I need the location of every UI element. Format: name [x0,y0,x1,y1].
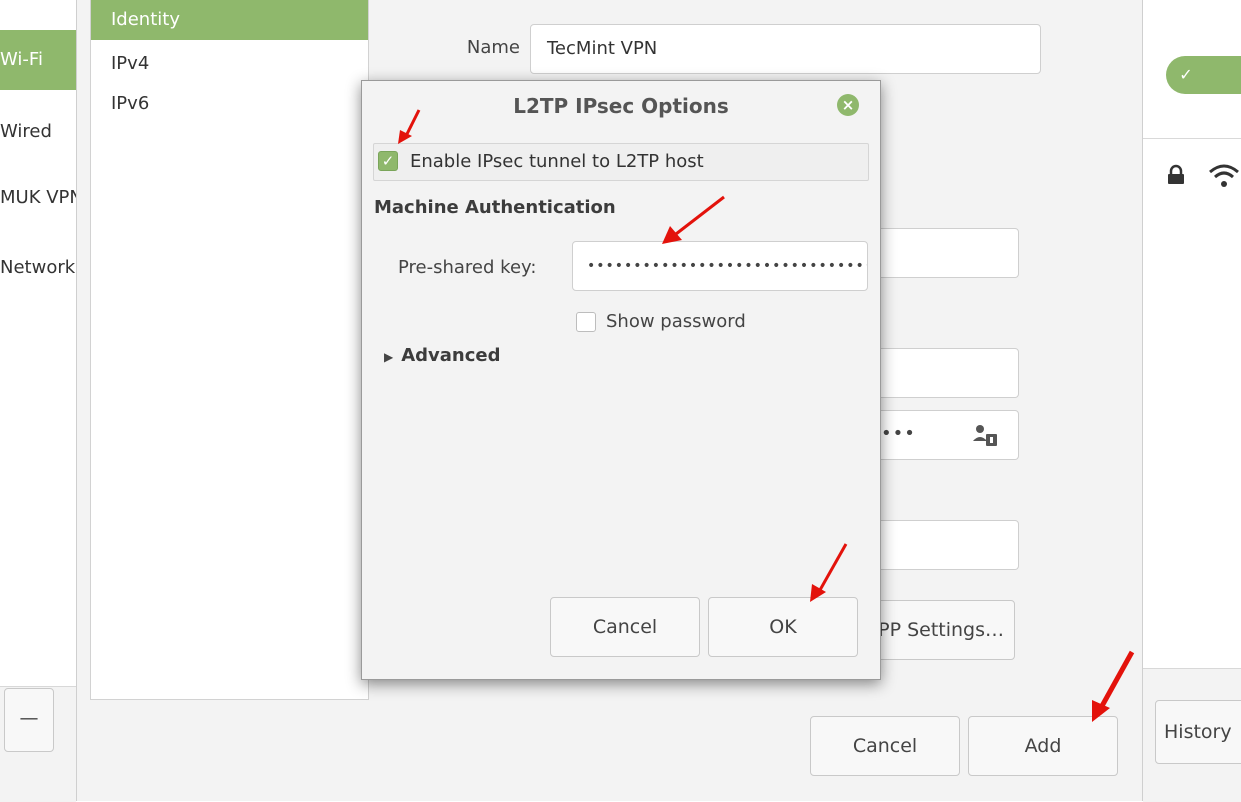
enable-ipsec-row[interactable]: ✓ Enable IPsec tunnel to L2TP host [373,143,869,181]
red-arrow-annotation [398,109,421,144]
cancel-button[interactable]: Cancel [810,716,960,776]
close-icon[interactable]: × [837,94,859,116]
red-arrow-annotation [662,195,725,244]
show-password-checkbox[interactable] [576,312,596,332]
user-key-icon[interactable] [971,421,999,453]
network-item-label: Network [0,257,76,278]
history-button[interactable]: History [1155,700,1241,764]
show-password-label: Show password [606,311,746,332]
ppp-settings-button[interactable]: PPP Settings… [860,600,1015,660]
connection-toggle[interactable]: ✓ [1166,56,1241,94]
red-arrow-annotation [1092,650,1135,722]
gateway-field[interactable] [860,228,1019,278]
password-field[interactable]: ••• [860,410,1019,460]
network-item-label: Wi-Fi [0,49,43,70]
editor-sidebar: Identity IPv4 IPv6 [90,0,369,700]
enable-ipsec-checkbox[interactable]: ✓ [378,151,398,171]
advanced-expander[interactable]: ▶ Advanced [384,345,501,366]
psk-input[interactable]: •••••••••••••••••••••••••••••••• [572,241,868,291]
enable-ipsec-label: Enable IPsec tunnel to L2TP host [410,151,704,172]
psk-label: Pre-shared key: [398,257,537,278]
network-item-network[interactable]: Network [0,238,76,298]
red-arrow-annotation [810,543,848,602]
sidebar-item-identity[interactable]: Identity [91,0,368,40]
network-item-label: Wired [0,121,52,142]
name-input[interactable]: TecMint VPN [530,24,1041,74]
check-icon: ✓ [1174,63,1198,87]
network-item-wifi[interactable]: Wi-Fi [0,30,76,90]
modal-cancel-button[interactable]: Cancel [550,597,700,657]
username-field[interactable] [860,348,1019,398]
remove-connection-button[interactable]: — [4,688,54,752]
network-sidebar: Wi-Fi Wired MUK VPN Network [0,0,76,801]
network-item-label: MUK VPN [0,187,76,208]
ipsec-options-modal: L2TP IPsec Options × ✓ Enable IPsec tunn… [361,80,881,680]
sidebar-item-label: Identity [111,9,180,30]
ntdomain-field[interactable] [860,520,1019,570]
lock-icon [1165,164,1187,190]
name-label: Name [466,37,520,58]
network-item-vpn[interactable]: MUK VPN [0,168,76,228]
psk-value: •••••••••••••••••••••••••••••••• [587,258,868,274]
modal-ok-button[interactable]: OK [708,597,858,657]
password-dots: ••• [881,423,916,444]
triangle-right-icon: ▶ [384,350,394,364]
wifi-icon [1208,164,1241,192]
show-password-row[interactable]: Show password [576,309,776,335]
ppp-settings-label: PPP Settings… [866,619,1004,641]
network-item-wired[interactable]: Wired [0,102,76,162]
advanced-label: Advanced [401,345,501,366]
sidebar-item-label: IPv6 [111,93,150,114]
sidebar-item-label: IPv4 [111,53,150,74]
add-button[interactable]: Add [968,716,1118,776]
divider [1143,138,1241,139]
sidebar-item-ipv6[interactable]: IPv6 [91,84,368,124]
modal-title: L2TP IPsec Options [513,94,729,118]
sidebar-item-ipv4[interactable]: IPv4 [91,44,368,84]
section-heading: Machine Authentication [374,197,616,218]
